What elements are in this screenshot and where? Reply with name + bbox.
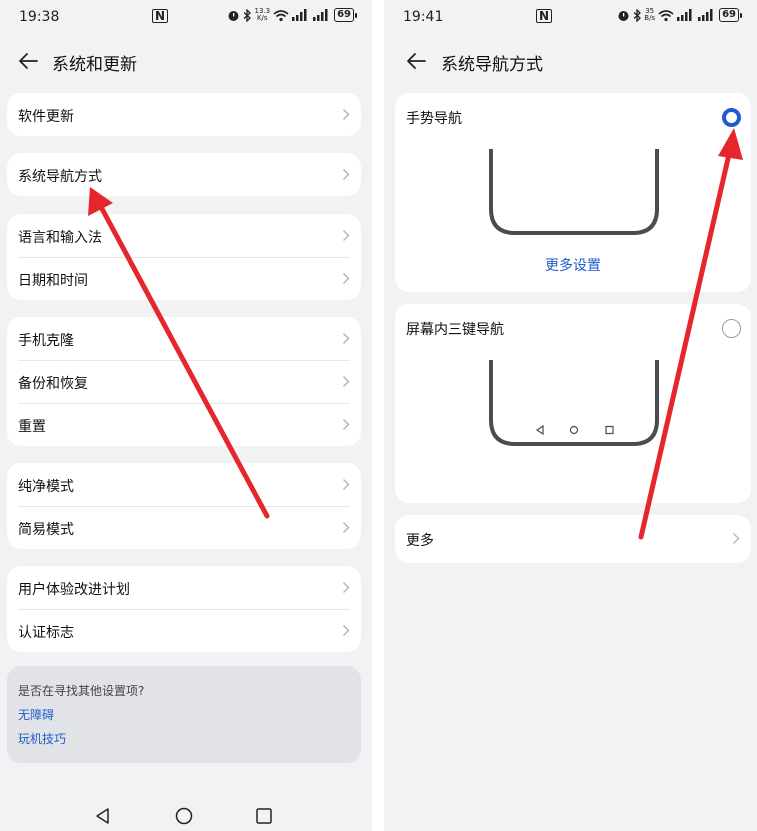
more-settings-link[interactable]: 更多设置 [395,255,751,275]
signal-icon [698,9,713,21]
battery-icon: 69 [719,8,742,22]
link-tips[interactable]: 玩机技巧 [18,730,66,747]
chevron-right-icon [342,168,350,181]
signal-icon [292,9,307,21]
menu-item-label: 纯净模式 [18,479,74,495]
page-title: 系统和更新 [52,55,137,75]
signal-icon [313,9,328,21]
screen-system-navigation: 19:41 N 35 B/s 69 系统导航方式 手势导航 更多设置 屏幕内三键导… [384,0,757,831]
nav-recent-icon[interactable] [255,807,273,825]
option-gesture-navigation[interactable]: 手势导航 更多设置 [395,93,751,292]
menu-item-label: 重置 [18,419,46,435]
search-suggestion-card: 是否在寻找其他设置项? 无障碍 玩机技巧 [7,666,361,763]
bluetooth-icon [633,8,642,22]
page-title: 系统导航方式 [441,55,543,75]
screen-system-and-update: 19:38 N 13.3 K/s 69 系统和更新 软件更新 系统导航方式 语言… [0,0,372,831]
menu-item-language-input[interactable]: 语言和输入法 [7,214,361,257]
radio-gesture-selected[interactable] [722,108,741,127]
chevron-right-icon [732,532,740,545]
settings-group: 软件更新 [7,93,361,136]
network-speed: 35 B/s [644,7,656,22]
menu-item-label: 日期和时间 [18,273,88,289]
status-time: 19:38 [19,9,60,25]
gesture-phone-illustration [489,149,659,235]
nfc-icon: N [536,9,553,23]
menu-item-label: 简易模式 [18,522,74,538]
menu-item-software-update[interactable]: 软件更新 [7,93,361,136]
chevron-right-icon [342,108,350,121]
header: 系统导航方式 [384,46,757,76]
nav-home-icon[interactable] [175,807,193,825]
chevron-right-icon [342,229,350,242]
option-label: 屏幕内三键导航 [406,322,504,338]
radio-three-key-unselected[interactable] [722,319,741,338]
chevron-right-icon [342,272,350,285]
alarm-icon [618,10,629,21]
chevron-right-icon [342,332,350,345]
battery-icon: 69 [334,8,357,22]
back-arrow-icon[interactable] [18,52,38,70]
header: 系统和更新 [0,46,372,76]
status-time: 19:41 [403,9,444,25]
settings-group: 手机克隆 备份和恢复 重置 [7,317,361,446]
status-bar: 19:38 N 13.3 K/s 69 [0,0,372,34]
bluetooth-icon [244,8,252,22]
link-accessibility[interactable]: 无障碍 [18,706,54,723]
chevron-right-icon [342,418,350,431]
settings-group: 系统导航方式 [7,153,361,196]
chevron-right-icon [342,581,350,594]
nav-back-icon[interactable] [94,807,112,825]
chevron-right-icon [342,375,350,388]
settings-group: 语言和输入法 日期和时间 [7,214,361,300]
menu-item-label: 备份和恢复 [18,376,88,392]
settings-group: 纯净模式 简易模式 [7,463,361,549]
menu-item-label: 更多 [406,533,434,549]
settings-group: 用户体验改进计划 认证标志 [7,566,361,652]
nfc-icon: N [152,9,169,23]
option-three-key-navigation[interactable]: 屏幕内三键导航 [395,304,751,503]
menu-item-simple-mode[interactable]: 简易模式 [7,506,361,549]
menu-item-pure-mode[interactable]: 纯净模式 [7,463,361,506]
menu-item-label: 系统导航方式 [18,169,102,185]
suggestion-prompt: 是否在寻找其他设置项? [18,684,145,698]
menu-item-label: 手机克隆 [18,333,74,349]
menu-item-more[interactable]: 更多 [395,515,751,563]
menu-item-label: 软件更新 [18,109,74,125]
alarm-icon [228,10,239,21]
system-nav-bar [0,801,372,831]
menu-item-ux-improvement[interactable]: 用户体验改进计划 [7,566,361,609]
menu-item-label: 用户体验改进计划 [18,582,130,598]
menu-item-phone-clone[interactable]: 手机克隆 [7,317,361,360]
menu-item-label: 认证标志 [18,625,74,641]
chevron-right-icon [342,478,350,491]
chevron-right-icon [342,521,350,534]
menu-item-reset[interactable]: 重置 [7,403,361,446]
wifi-icon [658,9,674,21]
status-bar: 19:41 N 35 B/s 69 [384,0,757,34]
back-arrow-icon[interactable] [406,52,426,70]
wifi-icon [273,9,289,21]
network-speed: 13.3 K/s [254,7,271,22]
three-key-phone-illustration [489,360,659,446]
signal-icon [677,9,692,21]
chevron-right-icon [342,624,350,637]
menu-item-system-navigation[interactable]: 系统导航方式 [7,153,361,196]
menu-item-date-time[interactable]: 日期和时间 [7,257,361,300]
menu-item-certification[interactable]: 认证标志 [7,609,361,652]
menu-item-backup-restore[interactable]: 备份和恢复 [7,360,361,403]
option-label: 手势导航 [406,111,462,127]
menu-item-label: 语言和输入法 [18,230,102,246]
